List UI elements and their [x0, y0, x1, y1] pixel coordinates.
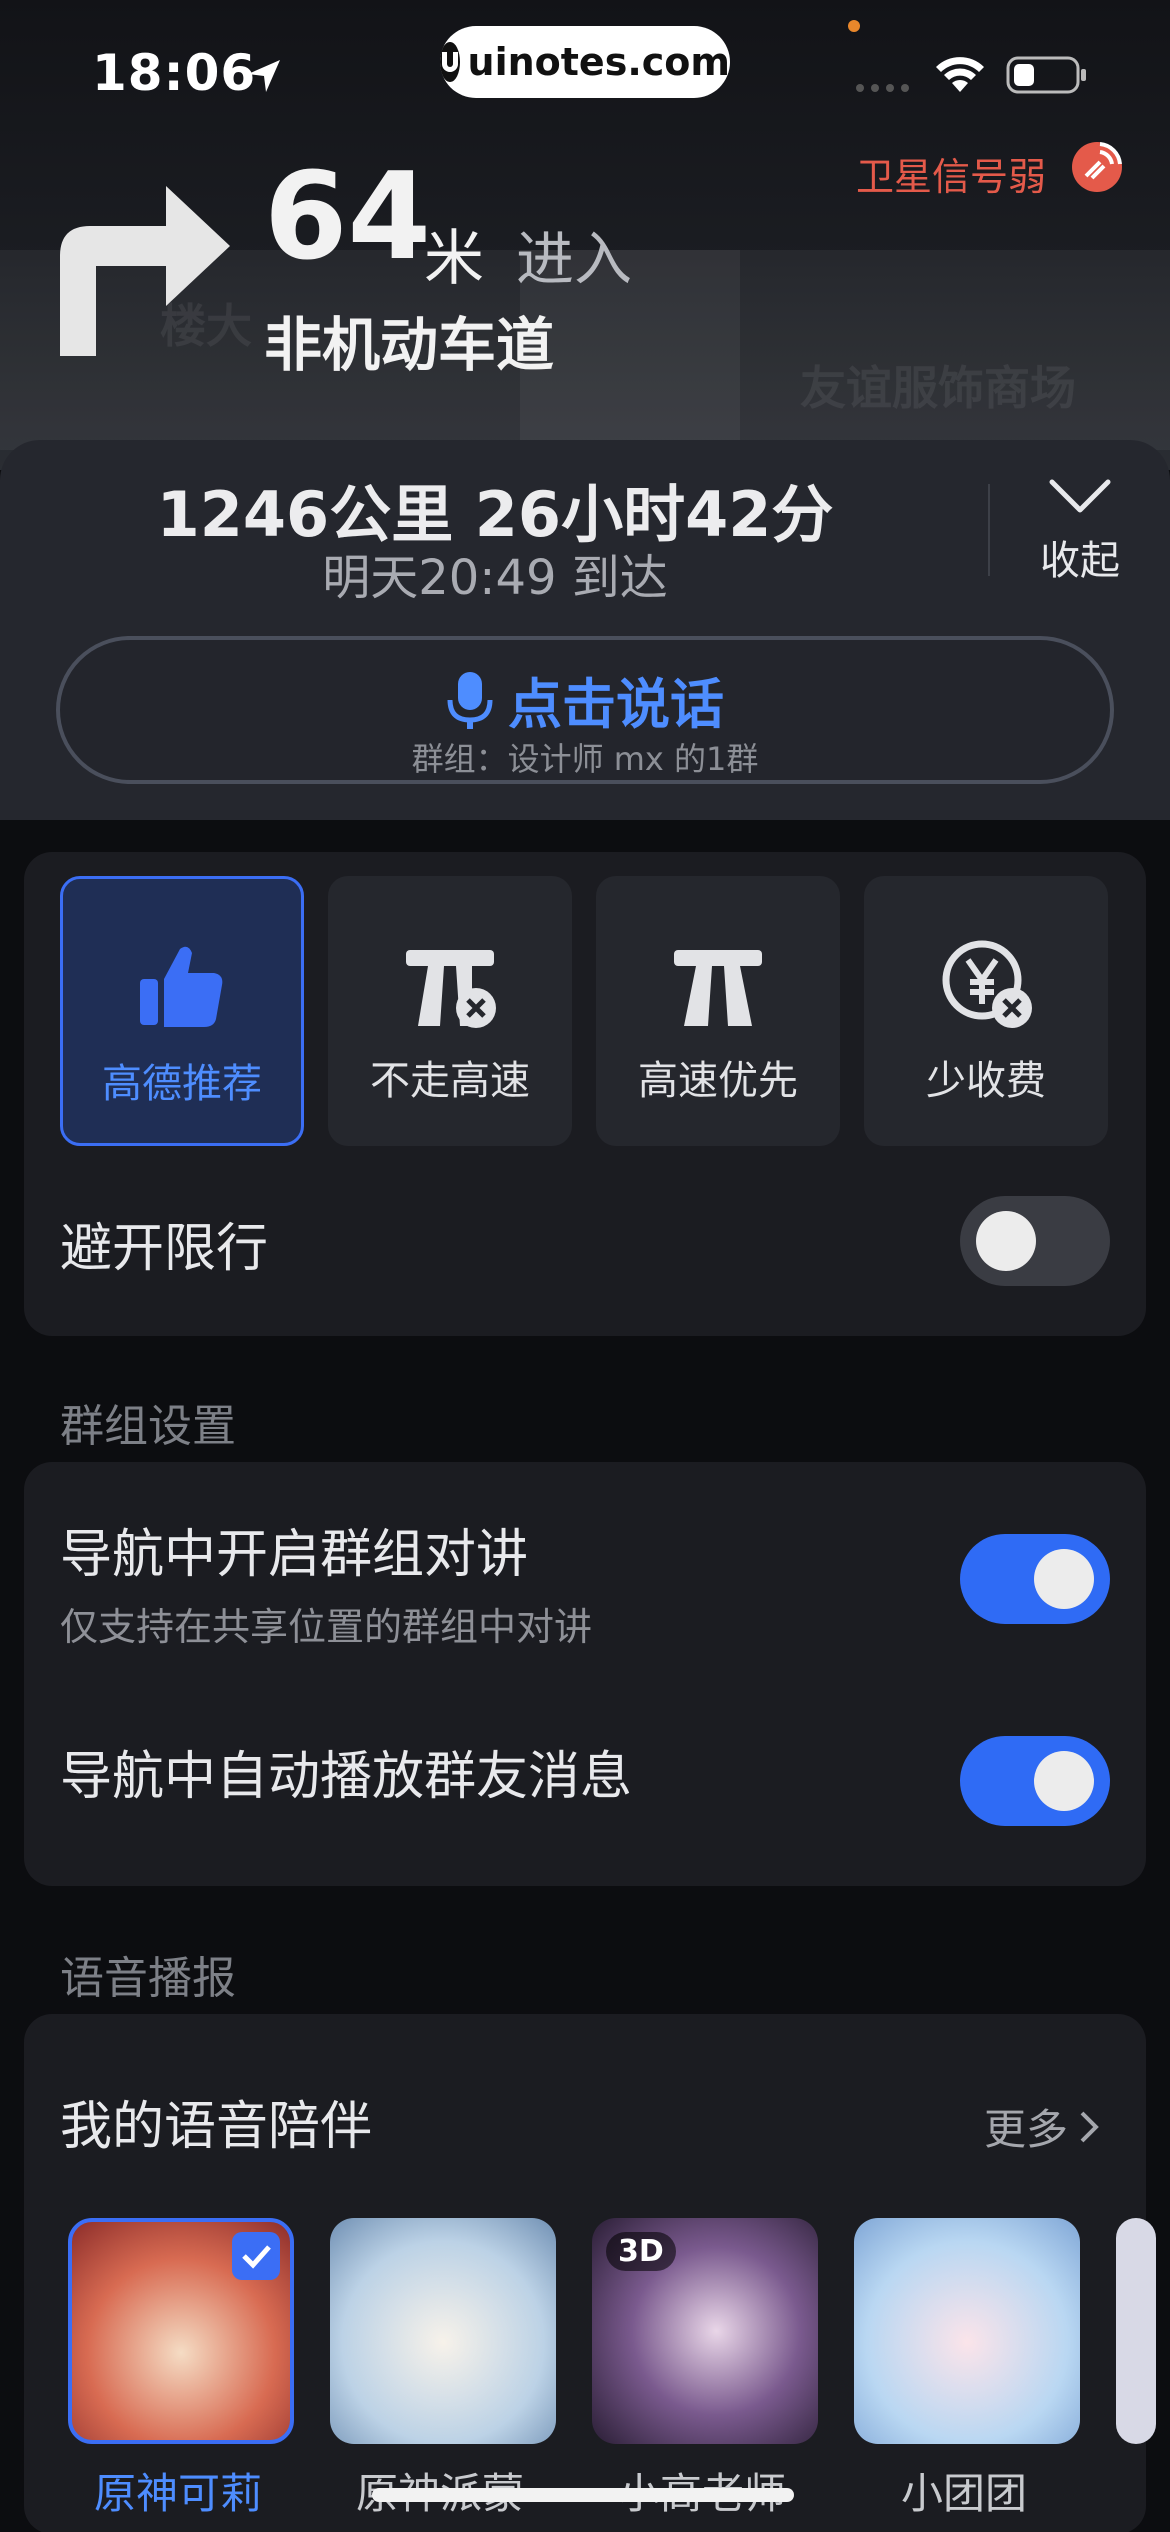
home-indicator[interactable] [372, 2488, 794, 2502]
distance-unit: 米 [424, 224, 484, 294]
talk-group-name: 群组：设计师 mx 的1群 [411, 740, 759, 778]
talk-label: 点击说话 [508, 673, 724, 736]
avoid-restriction-toggle[interactable] [960, 1196, 1110, 1286]
voice-avatar-paimon[interactable] [330, 2218, 556, 2444]
voice-name: 小团团 [900, 2469, 1027, 2518]
route-option-label: 高德推荐 [102, 1061, 262, 1107]
voice-avatar-xiaotuantuan[interactable] [854, 2218, 1080, 2444]
location-arrow-icon [248, 60, 280, 92]
route-eta: 明天20:49 到达 [322, 550, 668, 606]
voice-name: 原神可莉 [93, 2469, 262, 2518]
route-option-less-toll[interactable]: 少收费 [864, 876, 1108, 1146]
privacy-indicator-dot [848, 20, 860, 32]
route-option-label: 高速优先 [638, 1058, 798, 1104]
divider [988, 484, 990, 576]
route-preferences-panel: 高德推荐 不走高速 高速优先 少收费 避开限行 [24, 852, 1146, 1336]
turn-right-arrow-icon [60, 186, 230, 356]
avoid-restriction-label: 避开限行 [60, 1219, 269, 1279]
map-label: 友谊服饰商场 [800, 361, 1076, 415]
wifi-icon [936, 57, 984, 92]
turn-distance: 64 [264, 148, 431, 287]
microphone-icon [447, 671, 493, 729]
auto-play-label: 导航中自动播放群友消息 [60, 1747, 633, 1807]
voice-avatar-klee[interactable] [68, 2218, 294, 2444]
collapse-label: 收起 [1040, 538, 1120, 584]
my-voices-title: 我的语音陪伴 [60, 2097, 373, 2157]
more-label: 更多 [983, 2105, 1068, 2154]
auto-play-toggle[interactable] [960, 1736, 1110, 1826]
voice-avatar-partial[interactable] [1116, 2218, 1156, 2444]
voice-section-title: 语音播报 [60, 1953, 236, 2004]
toggle-knob [976, 1211, 1036, 1271]
turn-action: 进入 [516, 225, 633, 293]
gps-weak-warning: 卫星信号弱 [856, 155, 1047, 199]
more-voices-link[interactable]: 更多 [984, 2096, 1100, 2157]
group-intercom-label: 导航中开启群组对讲 [60, 1525, 529, 1585]
toggle-knob [1034, 1751, 1094, 1811]
selected-check-icon [232, 2232, 280, 2280]
status-time: 18:06 [92, 44, 257, 102]
cellular-signal-icon [856, 84, 909, 92]
highway-icon [674, 950, 762, 1026]
route-option-label: 不走高速 [370, 1058, 530, 1104]
satellite-signal-icon[interactable] [1070, 140, 1124, 194]
watermark-logo-icon [440, 42, 460, 82]
group-intercom-sub: 仅支持在共享位置的群组中对讲 [60, 1605, 593, 1649]
chevron-right-icon [1080, 2111, 1099, 2142]
watermark-badge: uinotes.com [440, 26, 730, 98]
route-option-label: 少收费 [926, 1058, 1046, 1104]
collapse-button[interactable]: 收起 [1030, 470, 1130, 590]
group-intercom-toggle[interactable] [960, 1534, 1110, 1624]
no-highway-icon [406, 950, 496, 1028]
next-road-name: 非机动车道 [264, 311, 555, 379]
route-option-recommended[interactable]: 高德推荐 [60, 876, 304, 1146]
voice-avatar-xiaogao[interactable]: 3D [592, 2218, 818, 2444]
3d-badge: 3D [606, 2232, 676, 2271]
chevron-down-icon [1049, 479, 1111, 513]
less-toll-icon [942, 940, 1032, 1028]
toggle-knob [1034, 1549, 1094, 1609]
battery-icon [1006, 56, 1086, 94]
group-settings-panel: 导航中开启群组对讲 仅支持在共享位置的群组中对讲 导航中自动播放群友消息 [24, 1462, 1146, 1886]
route-option-no-highway[interactable]: 不走高速 [328, 876, 572, 1146]
group-settings-title: 群组设置 [60, 1401, 236, 1452]
route-option-highway-first[interactable]: 高速优先 [596, 876, 840, 1146]
status-bar: 18:06 uinotes.com [0, 0, 1170, 140]
push-to-talk-button[interactable]: 点击说话 群组：设计师 mx 的1群 [56, 636, 1114, 784]
watermark-text: uinotes.com [467, 40, 730, 84]
voice-panel: 我的语音陪伴 更多 3D [24, 2014, 1156, 2532]
thumbs-up-icon [140, 946, 223, 1027]
